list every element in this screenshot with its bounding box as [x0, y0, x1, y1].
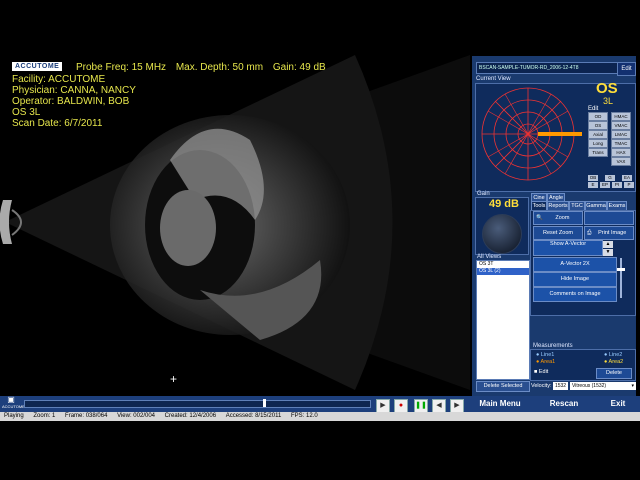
- g-button[interactable]: G: [605, 175, 615, 181]
- gain-knob[interactable]: [482, 214, 522, 254]
- accutome-logo: ACCUTOME: [12, 62, 63, 71]
- os-button[interactable]: OS: [588, 121, 608, 130]
- avector-up-arrow-icon[interactable]: ▲: [603, 241, 613, 248]
- accutome-small-logo: ▣ ACCUTOME: [2, 395, 25, 410]
- zoom-status: Zoom: 1: [33, 413, 56, 419]
- axial-button[interactable]: Axial: [588, 130, 608, 139]
- print-image-button[interactable]: ⎙ Print Image: [584, 226, 634, 240]
- current-view-code: 3L: [603, 96, 614, 106]
- pi-button[interactable]: PI: [612, 182, 622, 188]
- list-item[interactable]: OS 3L (2): [477, 268, 529, 275]
- area1-option[interactable]: ● Area1: [536, 359, 555, 365]
- view-status: View: 002/004: [117, 413, 155, 419]
- current-eye: OS: [596, 80, 618, 97]
- max-depth: Max. Depth: 50 mm: [175, 62, 264, 73]
- gain-value: 49 dB: [489, 198, 519, 210]
- p-button[interactable]: P: [624, 182, 634, 188]
- pause-icon[interactable]: ❚❚: [414, 399, 428, 413]
- velocity-input[interactable]: 1532: [553, 382, 568, 390]
- chevron-down-icon: ▾: [631, 383, 634, 389]
- tools-slider-track[interactable]: [620, 258, 622, 298]
- e-button[interactable]: E: [588, 182, 598, 188]
- scan-parameters: Probe Freq: 15 MHz Max. Depth: 50 mm Gai…: [76, 62, 333, 73]
- ep-button[interactable]: EP: [600, 182, 610, 188]
- accessed-status: Accessed: 8/15/2011: [225, 413, 282, 419]
- status-bar: Playing Zoom: 1 Frame: 038/064 View: 002…: [0, 412, 640, 421]
- hide-image-button[interactable]: Hide Image: [533, 272, 617, 287]
- zoom-extra-button[interactable]: [584, 211, 634, 225]
- file-selector[interactable]: BSCAN-SAMPLE-TUMOR-RD_2006-12-4T8: [476, 62, 620, 74]
- line2-label: Line2: [608, 352, 623, 358]
- edit-measurement-toggle[interactable]: ■ Edit: [534, 369, 548, 375]
- printer-icon: ⎙: [587, 230, 592, 236]
- crosshair-cursor-icon: +: [170, 372, 178, 386]
- comments-on-image-button[interactable]: Comments on Image: [533, 287, 617, 302]
- exit-button[interactable]: Exit: [600, 397, 636, 410]
- play-icon[interactable]: ▶: [376, 399, 390, 413]
- show-avector-button[interactable]: Show A-Vector: [533, 240, 603, 256]
- trans-button[interactable]: Trans: [588, 148, 608, 157]
- frame-status: Frame: 038/064: [65, 413, 108, 419]
- velocity-medium-select[interactable]: Vitreous (1532) ▾: [570, 382, 636, 390]
- zoom-label: Zoom: [555, 215, 570, 221]
- file-edit-button[interactable]: Edit: [617, 62, 636, 76]
- reset-zoom-label: Reset Zoom: [543, 230, 573, 236]
- record-icon[interactable]: ●: [394, 399, 408, 413]
- scan-date: Scan Date: 6/7/2011: [12, 118, 103, 129]
- line1-option[interactable]: ● Line1: [536, 352, 554, 358]
- playback-state: Playing: [4, 413, 24, 419]
- ea-button[interactable]: EA: [622, 175, 632, 181]
- od-button[interactable]: OD: [588, 112, 608, 121]
- ob-button[interactable]: OB: [588, 175, 598, 181]
- eye-view: OS 3L: [12, 107, 41, 118]
- edit-measurement-label: Edit: [538, 369, 549, 375]
- current-view-label: Current View: [476, 76, 511, 82]
- polar-view-diagram: [481, 87, 582, 181]
- gain-readout: Gain: 49 dB: [272, 62, 326, 73]
- step-back-icon[interactable]: ◀: [432, 399, 446, 413]
- delete-selected-button[interactable]: Delete Selected: [476, 381, 530, 392]
- physician: Physician: CANNA, NANCY: [12, 85, 136, 96]
- patient-info: Facility: ACCUTOME Physician: CANNA, NAN…: [12, 74, 136, 129]
- fps-status: FPS: 12.0: [290, 413, 318, 419]
- views-list: OS 3T OS 3L (2): [476, 260, 530, 380]
- rescan-button[interactable]: Rescan: [538, 397, 590, 410]
- line1-label: Line1: [540, 352, 555, 358]
- operator: Operator: BALDWIN, BOB: [12, 96, 130, 107]
- hax-button[interactable]: HAX: [611, 148, 631, 157]
- line2-option[interactable]: ● Line2: [604, 352, 622, 358]
- cine-scrubber-thumb[interactable]: [263, 399, 266, 407]
- velocity-medium-value: Vitreous (1532): [572, 383, 607, 389]
- zoom-button[interactable]: 🔍 Zoom: [533, 211, 583, 225]
- print-image-label: Print Image: [598, 230, 627, 236]
- reset-zoom-button[interactable]: Reset Zoom: [533, 226, 583, 240]
- long-button[interactable]: Long: [588, 139, 608, 148]
- avector-2x-button[interactable]: A-Vector 2X: [533, 257, 617, 272]
- tmac-button[interactable]: TMAC: [611, 139, 631, 148]
- created-status: Created: 12/4/2006: [164, 413, 217, 419]
- area2-option[interactable]: ● Area2: [604, 359, 623, 365]
- vax-button[interactable]: VAX: [611, 157, 631, 166]
- avector-down-arrow-icon[interactable]: ▼: [603, 249, 613, 256]
- facility: Facility: ACCUTOME: [12, 74, 106, 85]
- lmac-button[interactable]: LMAC: [611, 130, 631, 139]
- probe-frequency: Probe Freq: 15 MHz: [76, 62, 167, 73]
- hmac-button[interactable]: HMAC: [611, 112, 631, 121]
- magnifier-icon: 🔍: [536, 215, 543, 221]
- area1-label: Area1: [540, 359, 556, 365]
- delete-measurement-button[interactable]: Delete: [596, 368, 632, 379]
- list-item[interactable]: OS 3T: [477, 261, 529, 268]
- step-forward-icon[interactable]: ▶: [450, 399, 464, 413]
- velocity-label: Velocity:: [531, 383, 552, 389]
- tools-slider-thumb[interactable]: [617, 268, 625, 271]
- main-menu-button[interactable]: Main Menu: [472, 397, 528, 410]
- area2-label: Area2: [608, 359, 624, 365]
- cine-scrubber[interactable]: [24, 400, 371, 408]
- vmac-button[interactable]: VMAC: [611, 121, 631, 130]
